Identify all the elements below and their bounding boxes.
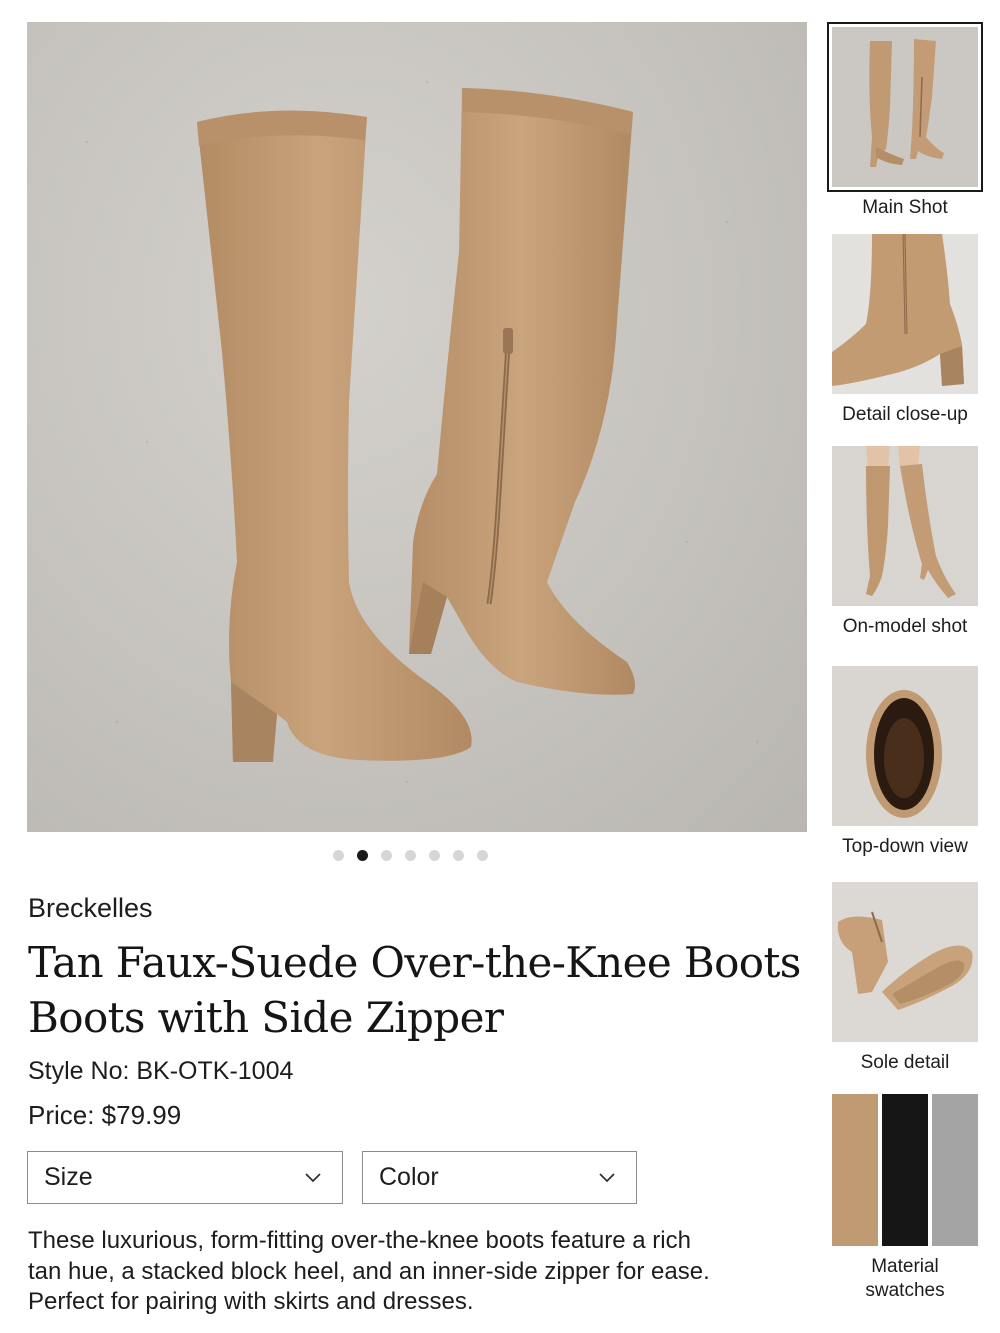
chevron-down-icon [599,1173,615,1183]
swatch-group [832,1094,978,1246]
product-title: Tan Faux-Suede Over-the-Knee Boots Boots… [28,935,818,1045]
thumbnail-image [832,234,978,394]
carousel-dot[interactable] [453,850,464,861]
thumbnail-label: Main Shot [862,197,948,218]
carousel-dot[interactable] [477,850,488,861]
thumbnail-on-model[interactable]: On-model shot [832,446,978,639]
swatch-tan[interactable] [832,1094,878,1246]
thumbnail-label: Detail close-up [842,404,968,425]
thumbnail-material-swatches[interactable]: Material swatches [832,1094,978,1303]
thumbnail-image [827,22,983,192]
size-dropdown[interactable]: Size [27,1151,343,1204]
product-title-line: Tan Faux-Suede Over-the-Knee Boots [28,938,801,987]
carousel-dot-active[interactable] [357,850,368,861]
thumbnail-image [832,666,978,826]
thumbnail-label: Sole detail [860,1052,950,1073]
color-dropdown-label: Color [379,1163,439,1191]
thumbnail-label-line: swatches [865,1280,945,1301]
description-line: These luxurious, form-fitting over-the-k… [28,1227,691,1254]
thumbnail-label: Top-down view [842,836,968,857]
thumbnail-label: On-model shot [842,616,968,637]
swatch-grey[interactable] [932,1094,978,1246]
thumbnail-label: Material swatches [832,1255,978,1303]
chevron-down-icon [305,1173,321,1183]
style-number: Style No: BK-OTK-1004 [28,1057,294,1085]
thumbnail-label-line: Material [871,1256,939,1277]
product-title-line: Boots with Side Zipper [28,993,504,1042]
swatch-black[interactable] [882,1094,928,1246]
carousel-dot[interactable] [381,850,392,861]
thumbnail-detail-closeup[interactable]: Detail close-up [832,234,978,427]
thumbnail-main-shot[interactable]: Main Shot [827,22,983,220]
description-line: tan hue, a stacked block heel, and an in… [28,1257,710,1285]
thumbnail-image [832,882,978,1042]
size-dropdown-label: Size [44,1163,93,1191]
thumbnail-top-down[interactable]: Top-down view [832,666,978,859]
carousel-dot[interactable] [333,850,344,861]
description-line: Perfect for pairing with skirts and dres… [28,1288,474,1315]
boots-photo [85,80,759,784]
carousel-pagination [333,850,488,861]
carousel-dot[interactable] [405,850,416,861]
thumbnail-sole-detail[interactable]: Sole detail [832,882,978,1075]
product-description: These luxurious, form-fitting over-the-k… [28,1226,808,1318]
brand-name[interactable]: Breckelles [28,893,153,924]
main-product-image[interactable] [27,22,807,832]
carousel-dot[interactable] [429,850,440,861]
color-dropdown[interactable]: Color [362,1151,637,1204]
thumbnail-image [832,446,978,606]
product-price: Price: $79.99 [28,1100,182,1130]
